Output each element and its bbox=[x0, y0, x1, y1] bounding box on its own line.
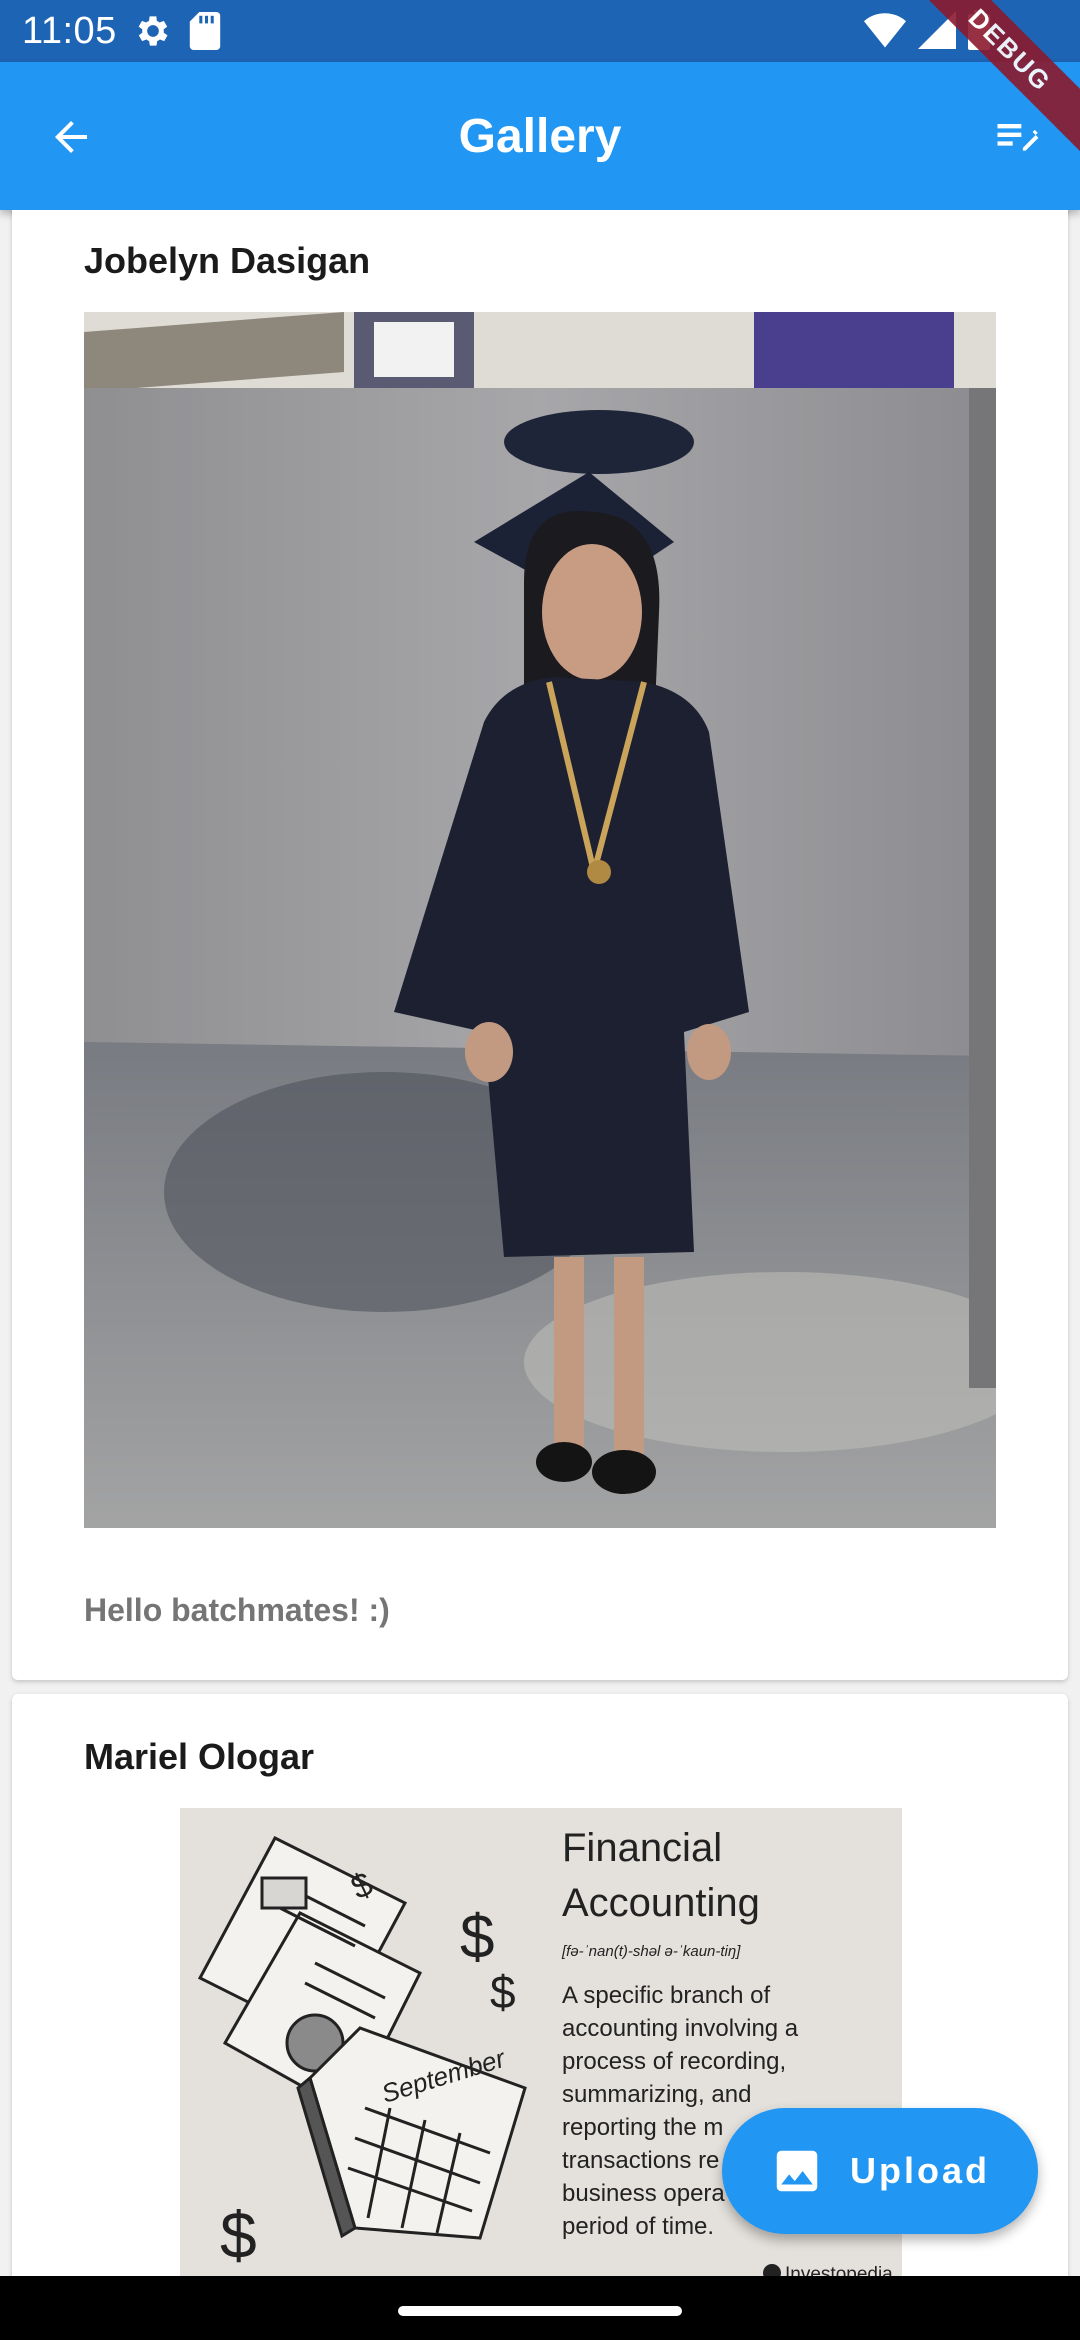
infographic-body-line: period of time. bbox=[562, 2213, 714, 2240]
upload-button[interactable]: Upload bbox=[722, 2108, 1038, 2234]
post-image[interactable] bbox=[84, 312, 996, 1528]
infographic-body-line: process of recording, bbox=[562, 2048, 786, 2075]
sd-card-icon bbox=[189, 12, 221, 50]
signal-icon bbox=[918, 11, 956, 54]
post-card[interactable]: Jobelyn Dasigan Hello batchmates!:) bbox=[12, 210, 1068, 1680]
page-title: Gallery bbox=[458, 109, 622, 163]
post-caption: Hello batchmates! :) bbox=[84, 1592, 390, 1628]
battery-icon bbox=[968, 10, 990, 55]
infographic-title-line1: Financial bbox=[562, 1826, 722, 1870]
infographic-body-line: business opera bbox=[562, 2180, 725, 2207]
dollar-sign: $ bbox=[490, 1966, 516, 2018]
post-author: Mariel Ologar bbox=[84, 1736, 315, 1777]
graduation-photo bbox=[84, 312, 996, 1528]
infographic-pronunciation: [fə-ˈnan(t)-shəl ə-ˈkaun-tiŋ] bbox=[561, 1943, 741, 1960]
app-bar: Gallery bbox=[0, 62, 1080, 210]
infographic-body-line: A specific branch of bbox=[562, 1982, 770, 2009]
infographic-body-line: reporting the m bbox=[562, 2114, 723, 2141]
wifi-icon bbox=[864, 11, 906, 54]
home-gesture-handle[interactable] bbox=[398, 2306, 682, 2316]
back-button[interactable] bbox=[36, 102, 106, 172]
infographic-body-line: summarizing, and bbox=[562, 2081, 751, 2108]
status-bar: 11:05 bbox=[0, 0, 1080, 62]
arrow-back-icon bbox=[55, 121, 87, 153]
upload-label: Upload bbox=[850, 2150, 990, 2191]
post-author: Jobelyn Dasigan bbox=[84, 240, 371, 281]
infographic-body-line: accounting involving a bbox=[562, 2015, 799, 2042]
dollar-sign: $ bbox=[220, 2198, 257, 2272]
edit-list-button[interactable] bbox=[982, 102, 1052, 172]
infographic-body-line: transactions re bbox=[562, 2147, 719, 2174]
gallery-feed[interactable]: Jobelyn Dasigan Hello batchmates!:) Mar… bbox=[0, 210, 1080, 2280]
dollar-sign: $ bbox=[460, 1903, 494, 1972]
infographic-title-line2: Accounting bbox=[562, 1881, 760, 1925]
settings-icon bbox=[133, 11, 173, 51]
image-icon bbox=[776, 2150, 818, 2192]
edit-list-icon bbox=[997, 124, 1039, 151]
status-time: 11:05 bbox=[22, 9, 117, 52]
